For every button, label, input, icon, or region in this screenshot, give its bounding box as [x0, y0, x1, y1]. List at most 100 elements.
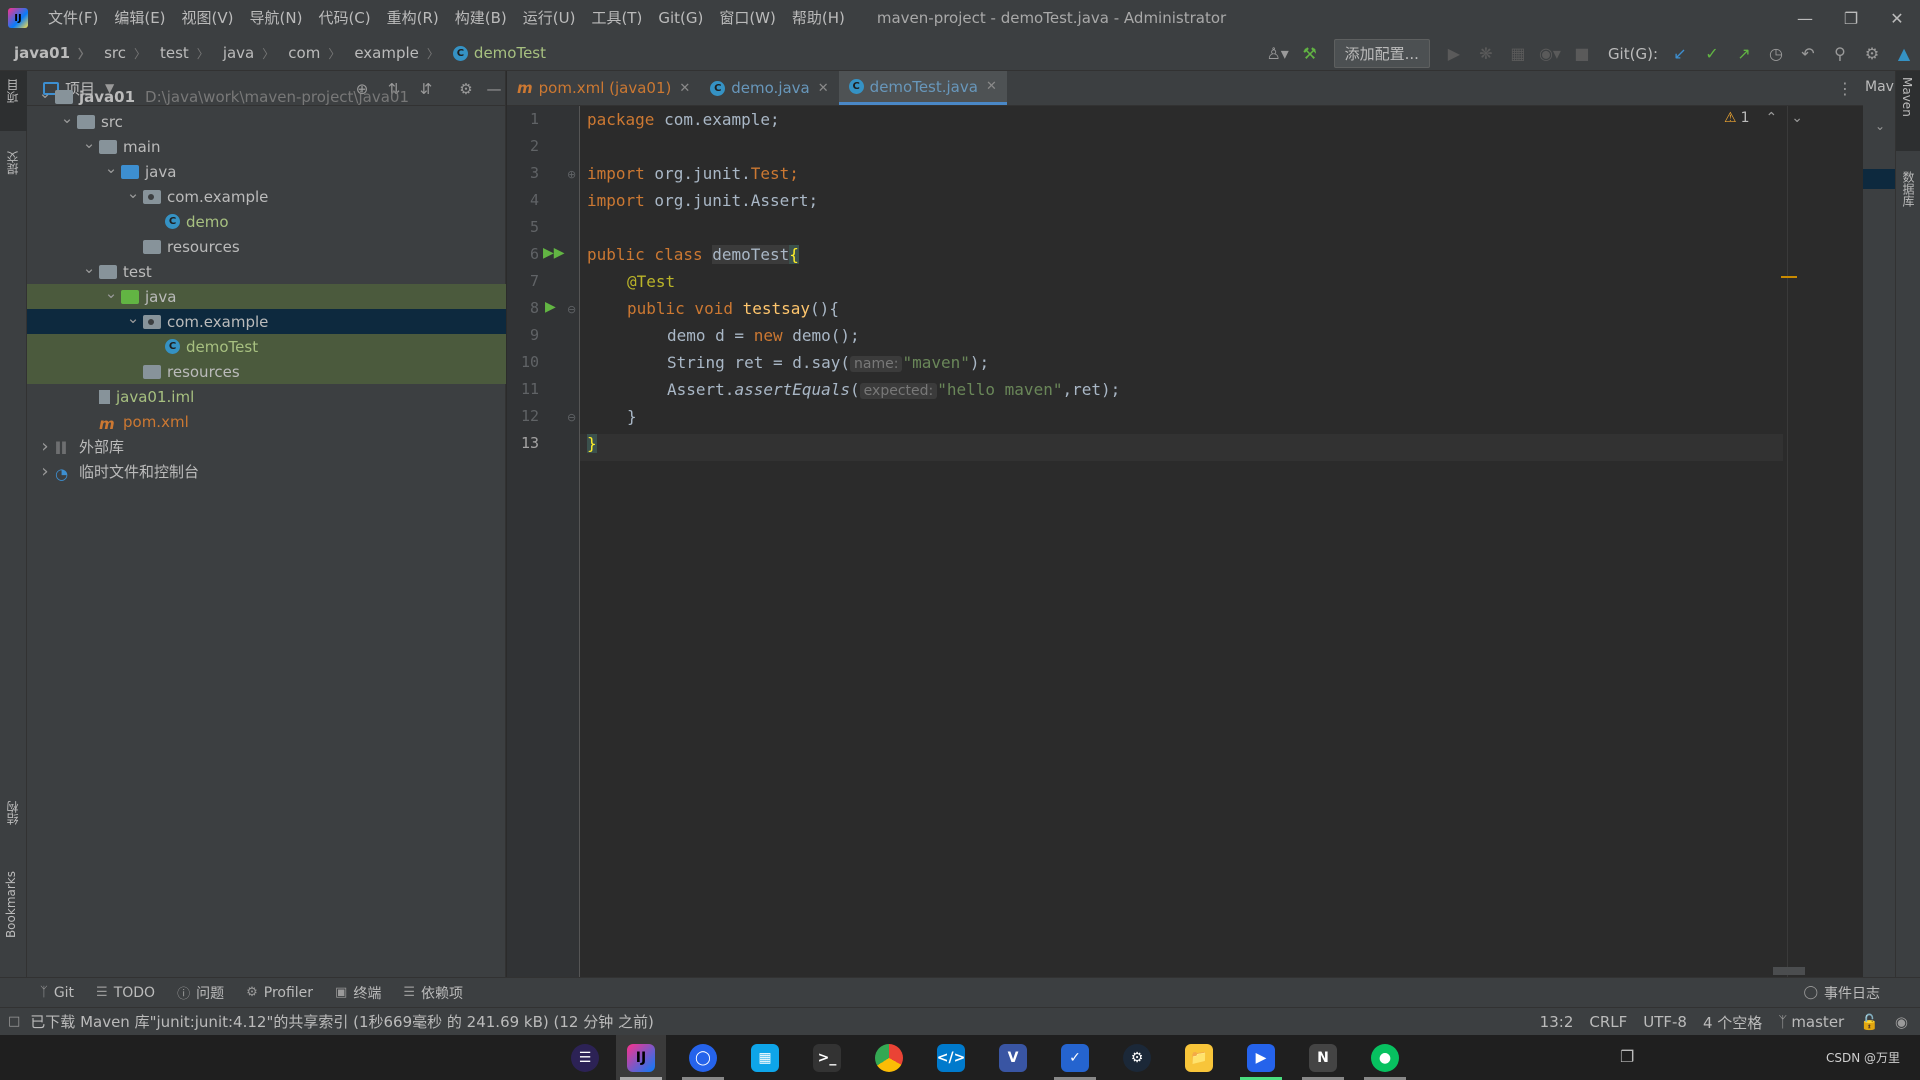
- git-update-icon[interactable]: ↙: [1664, 36, 1696, 71]
- file-encoding[interactable]: UTF-8: [1643, 1013, 1687, 1031]
- taskbar-eclipse[interactable]: ☰: [560, 1035, 610, 1080]
- tree-item[interactable]: resources: [27, 234, 506, 259]
- commit-tool-label[interactable]: 提交: [4, 151, 21, 175]
- taskbar-notepad[interactable]: N: [1298, 1035, 1348, 1080]
- tool-problems[interactable]: ⓘ 问题: [177, 983, 224, 1003]
- taskbar-wechat[interactable]: ●: [1360, 1035, 1410, 1080]
- close-icon[interactable]: ✕: [818, 81, 829, 96]
- close-icon[interactable]: ✕: [986, 79, 997, 94]
- tab-demo-java[interactable]: C demo.java ✕: [700, 71, 838, 105]
- fold-icon[interactable]: ⊕: [567, 168, 576, 181]
- chevron-down-icon[interactable]: ⌄: [79, 134, 99, 152]
- tab-demotest-java[interactable]: C demoTest.java ✕: [838, 71, 1007, 105]
- user-icon[interactable]: ♙▾: [1262, 36, 1294, 71]
- indent-setting[interactable]: 4 个空格: [1703, 1012, 1762, 1033]
- structure-tool-label[interactable]: 结构: [4, 801, 21, 825]
- menu-file[interactable]: 文件(F): [40, 0, 106, 36]
- build-hammer-icon[interactable]: ⚒: [1294, 36, 1326, 71]
- chevron-right-icon[interactable]: ›: [35, 436, 55, 457]
- taskbar-terminal[interactable]: >_: [802, 1035, 852, 1080]
- taskbar-chrome[interactable]: [864, 1035, 914, 1080]
- menu-tools[interactable]: 工具(T): [583, 0, 650, 36]
- tree-item[interactable]: m pom.xml: [27, 409, 506, 434]
- taskbar-steam[interactable]: ⚙: [1112, 1035, 1162, 1080]
- database-tool-label[interactable]: 数据库: [1900, 171, 1917, 207]
- tool-dependencies[interactable]: ☰ 依赖项: [403, 983, 463, 1003]
- close-icon[interactable]: ✕: [679, 81, 690, 96]
- tree-item[interactable]: java01.iml: [27, 384, 506, 409]
- inspector-icon[interactable]: ◉: [1895, 1013, 1908, 1031]
- tool-git[interactable]: ᛉ Git: [40, 985, 74, 1001]
- breadcrumb-item[interactable]: src 〉: [90, 44, 146, 62]
- breadcrumb-item[interactable]: example 〉: [340, 44, 439, 62]
- tree-item[interactable]: ⌄ com.example: [27, 309, 506, 334]
- project-tool-tab[interactable]: 项目: [0, 71, 27, 131]
- chevron-right-icon[interactable]: ›: [35, 461, 55, 482]
- caret-position[interactable]: 13:2: [1540, 1013, 1574, 1031]
- menu-edit[interactable]: 编辑(E): [106, 0, 173, 36]
- add-configuration-button[interactable]: 添加配置...: [1333, 39, 1430, 68]
- code-with-me-icon[interactable]: ▲: [1888, 36, 1920, 71]
- search-icon[interactable]: ⚲: [1824, 36, 1856, 71]
- code-editor[interactable]: package com.example; import org.junit.Te…: [580, 106, 1863, 977]
- tool-todo[interactable]: ☰ TODO: [96, 985, 155, 1001]
- minimize-icon[interactable]: —: [1782, 0, 1828, 36]
- tree-item[interactable]: CdemoTest: [27, 334, 506, 359]
- warning-stripe-marker[interactable]: [1781, 276, 1797, 278]
- bookmarks-tool-label[interactable]: Bookmarks: [4, 871, 18, 938]
- coverage-icon[interactable]: ▦: [1502, 36, 1534, 71]
- settings-gear-icon[interactable]: ⚙: [1856, 36, 1888, 71]
- run-test-icon[interactable]: ▶: [545, 299, 556, 315]
- chevron-down-icon[interactable]: ⌄: [123, 184, 143, 202]
- menu-build[interactable]: 构建(B): [447, 0, 515, 36]
- more-tabs-icon[interactable]: ⋮: [1837, 71, 1853, 106]
- stop-icon[interactable]: ■: [1566, 36, 1598, 71]
- chevron-down-icon[interactable]: ⌄: [57, 109, 77, 127]
- tree-item[interactable]: ⌄ com.example: [27, 184, 506, 209]
- restore-icon[interactable]: ❐: [1828, 0, 1874, 36]
- menu-run[interactable]: 运行(U): [515, 0, 584, 36]
- previous-highlight-icon[interactable]: ⌃: [1766, 110, 1778, 126]
- maven-panel-title[interactable]: Mav: [1865, 79, 1894, 95]
- breadcrumb-item-current[interactable]: CdemoTest: [439, 44, 546, 62]
- line-separator[interactable]: CRLF: [1589, 1013, 1627, 1031]
- chevron-down-icon[interactable]: ⌄: [101, 284, 121, 302]
- git-branch[interactable]: ᛉ master: [1778, 1013, 1844, 1031]
- status-message[interactable]: 已下载 Maven 库"junit:junit:4.12"的共享索引 (1秒66…: [30, 1011, 654, 1032]
- taskbar-player[interactable]: ▶: [1236, 1035, 1286, 1080]
- menu-help[interactable]: 帮助(H): [784, 0, 853, 36]
- run-icon[interactable]: ▶: [1438, 36, 1470, 71]
- close-window-icon[interactable]: ✕: [1874, 0, 1920, 36]
- task-view-icon[interactable]: ❐: [1620, 1047, 1634, 1066]
- tree-item[interactable]: ⌄ java01 D:\java\work\maven-project\java01: [27, 84, 506, 109]
- tree-item[interactable]: resources: [27, 359, 506, 384]
- debug-icon[interactable]: ❋: [1470, 36, 1502, 71]
- event-log[interactable]: ◯ 事件日志: [1803, 983, 1880, 1003]
- git-commit-icon[interactable]: ✓: [1696, 36, 1728, 71]
- chevron-down-icon[interactable]: ⌄: [1875, 119, 1885, 133]
- menu-navigate[interactable]: 导航(N): [242, 0, 311, 36]
- next-highlight-icon[interactable]: ⌄: [1791, 110, 1803, 126]
- taskbar-visio[interactable]: V: [988, 1035, 1038, 1080]
- lock-icon[interactable]: 🔓: [1860, 1013, 1879, 1031]
- inspection-widget[interactable]: ⚠ 1 ⌃ ⌄: [1724, 110, 1803, 126]
- tree-item[interactable]: ⌄ java: [27, 159, 506, 184]
- taskbar-todo[interactable]: ✓: [1050, 1035, 1100, 1080]
- taskbar-intellij[interactable]: IJ: [616, 1035, 666, 1080]
- tree-item[interactable]: › ‖‖ 外部库: [27, 434, 506, 459]
- menu-refactor[interactable]: 重构(R): [379, 0, 447, 36]
- taskbar-vscode[interactable]: </>: [926, 1035, 976, 1080]
- chevron-down-icon[interactable]: ⌄: [79, 259, 99, 277]
- taskbar-explorer[interactable]: 📁: [1174, 1035, 1224, 1080]
- tool-terminal[interactable]: ▣ 终端: [335, 983, 381, 1003]
- tree-item[interactable]: ⌄ test: [27, 259, 506, 284]
- horizontal-scrollbar[interactable]: [1773, 967, 1805, 975]
- taskbar-edge-like[interactable]: ◯: [678, 1035, 728, 1080]
- git-push-icon[interactable]: ↗: [1728, 36, 1760, 71]
- menu-window[interactable]: 窗口(W): [711, 0, 784, 36]
- fold-icon[interactable]: ⊖: [567, 303, 576, 316]
- breadcrumb-item[interactable]: java01 〉: [0, 44, 90, 62]
- tree-item[interactable]: ⌄ main: [27, 134, 506, 159]
- tab-pom-xml[interactable]: m pom.xml (java01) ✕: [507, 71, 700, 105]
- rollback-icon[interactable]: ↶: [1792, 36, 1824, 71]
